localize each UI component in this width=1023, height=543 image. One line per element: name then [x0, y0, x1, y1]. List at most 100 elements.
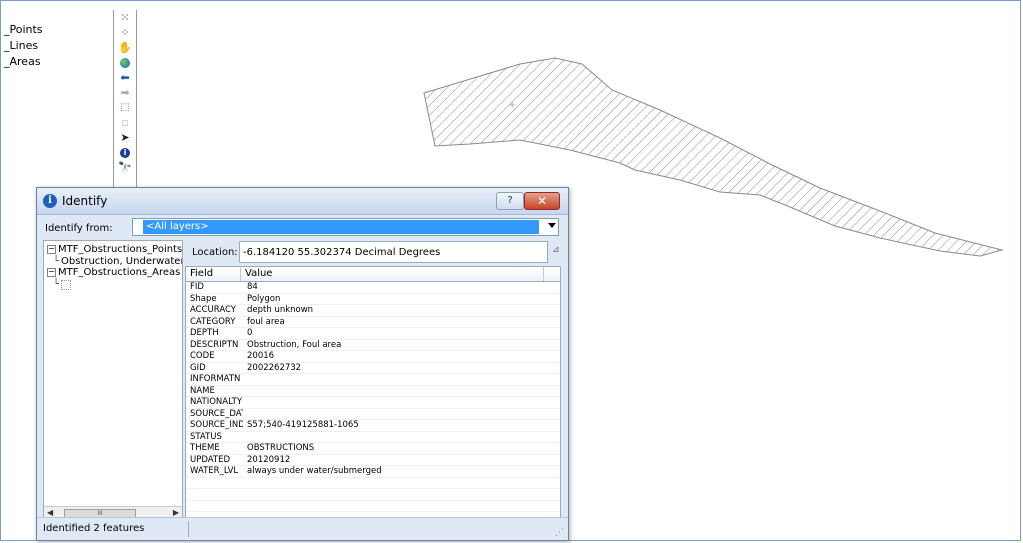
row-field: Shape	[190, 293, 217, 304]
row-value	[243, 409, 543, 420]
row-field: GID	[190, 362, 206, 373]
row-field: UPDATED	[190, 454, 231, 465]
dialog-titlebar[interactable]: i Identify ? ✕	[37, 188, 568, 215]
scroll-right-icon[interactable]: ▶	[173, 508, 179, 517]
table-row[interactable]: THEME OBSTRUCTIONS	[186, 443, 560, 455]
row-value: foul area	[247, 316, 285, 327]
chevron-down-icon[interactable]	[548, 223, 556, 228]
table-row[interactable]: SOURCE_IND S57;540-419125881-1065	[186, 420, 560, 432]
collapse-icon[interactable]: −	[47, 244, 56, 254]
row-field: DEPTH	[190, 328, 219, 338]
row-value: 84	[247, 282, 258, 292]
identify-from-value: <All layers>	[143, 220, 539, 234]
row-field: FID	[190, 282, 204, 292]
row-field: NATIONALTY	[190, 397, 243, 407]
row-field: SOURCE_IND	[190, 420, 243, 430]
table-row[interactable]: Shape Polygon	[186, 293, 560, 305]
location-menu-icon[interactable]: ⊿	[552, 245, 560, 255]
help-button[interactable]: ?	[496, 192, 524, 210]
clear-selection-icon[interactable]: ▫	[114, 115, 136, 130]
toc-item-points[interactable]: _Points	[4, 22, 109, 38]
scroll-left-icon[interactable]: ◀	[47, 508, 53, 517]
close-button[interactable]: ✕	[524, 192, 560, 210]
empty-table-row	[186, 501, 560, 512]
row-value	[243, 386, 543, 397]
tree-label: MTF_Obstructions_Points	[58, 244, 183, 255]
row-field: CODE	[190, 351, 215, 361]
tree-node-selected-feature[interactable]	[61, 280, 71, 290]
toc-item-lines[interactable]: _Lines	[4, 38, 109, 54]
column-header-value[interactable]: Value	[241, 267, 544, 281]
table-row[interactable]: DESCRIPTN Obstruction, Foul area	[186, 339, 560, 351]
table-header: Field Value	[186, 267, 560, 282]
empty-table-row	[186, 489, 560, 501]
table-row[interactable]: NAME	[186, 385, 560, 397]
row-value: Polygon	[247, 293, 281, 304]
table-row[interactable]: ACCURACY depth unknown	[186, 305, 560, 317]
collapse-icon[interactable]: −	[47, 267, 56, 277]
info-icon: i	[43, 194, 57, 208]
dialog-title: Identify	[62, 194, 108, 208]
back-arrow-icon[interactable]: ⬅	[114, 70, 136, 85]
attribute-table: Field Value FID 84 Shape Polygon ACCURACY dep…	[185, 266, 561, 518]
row-value: depth unknown	[247, 305, 314, 315]
table-row[interactable]: FID 84	[186, 282, 560, 294]
zoom-in-fixed-icon[interactable]: ⁙	[114, 10, 136, 25]
row-field: INFORMATN	[190, 374, 241, 384]
table-row[interactable]: CODE 20016	[186, 351, 560, 363]
identify-icon[interactable]: i	[114, 145, 136, 160]
table-row[interactable]: UPDATED 20120912	[186, 454, 560, 466]
select-features-icon[interactable]: ⬚	[114, 100, 136, 115]
resize-grip-icon[interactable]: ⋰	[555, 528, 564, 538]
row-value	[243, 397, 543, 408]
location-value: -6.184120 55.302374 Decimal Degrees	[239, 241, 548, 263]
tree-node-areas-layer[interactable]: − MTF_Obstructions_Areas	[47, 267, 180, 278]
select-elements-icon[interactable]: ➤	[114, 130, 136, 145]
full-extent-globe-icon[interactable]	[114, 55, 136, 70]
status-bar: Identified 2 features ⋰	[37, 517, 568, 540]
row-field: NAME	[190, 385, 215, 396]
row-value: always under water/submerged	[247, 466, 382, 476]
tools-toolbar: ⁙ ⁘ ✋ ⬅ ➡ ⬚ ▫ ➤ i 🔭	[113, 10, 137, 200]
row-field: ACCURACY	[190, 305, 236, 315]
row-value	[243, 374, 543, 385]
table-row[interactable]: SOURCE_DAT	[186, 408, 560, 420]
tree-node-points-layer[interactable]: − MTF_Obstructions_Points	[47, 244, 182, 255]
tree-line: └	[53, 279, 60, 290]
row-value: 2002262732	[247, 362, 302, 373]
tree-label: MTF_Obstructions_Areas	[58, 267, 181, 278]
zoom-out-fixed-icon[interactable]: ⁘	[114, 25, 136, 40]
location-label: Location:	[192, 247, 238, 258]
row-field: THEME	[190, 443, 220, 453]
toc-item-areas[interactable]: _Areas	[4, 54, 109, 70]
tree-node-feature[interactable]: Obstruction, Underwater	[61, 256, 182, 267]
forward-arrow-icon[interactable]: ➡	[114, 85, 136, 100]
row-field: DESCRIPTN	[190, 339, 239, 350]
row-value: 20120912	[247, 454, 291, 465]
results-tree: − MTF_Obstructions_Points └ Obstruction, …	[43, 240, 183, 520]
row-field: CATEGORY	[190, 316, 236, 327]
status-text: Identified 2 features	[43, 523, 145, 534]
table-of-contents: _Points _Lines _Areas	[4, 22, 109, 70]
identify-from-label: Identify from:	[45, 223, 113, 234]
find-binoculars-icon[interactable]: 🔭	[114, 160, 136, 175]
identify-from-dropdown[interactable]: <All layers>	[132, 218, 559, 236]
table-row[interactable]: CATEGORY foul area	[186, 316, 560, 328]
row-field: WATER_LVL	[190, 466, 239, 476]
row-value: Obstruction, Foul area	[247, 339, 342, 350]
table-body: FID 84 Shape Polygon ACCURACY depth unknown CA…	[186, 282, 560, 517]
column-header-field[interactable]: Field	[186, 267, 241, 281]
table-row[interactable]: INFORMATN	[186, 374, 560, 386]
table-row[interactable]: WATER_LVL always under water/submerged	[186, 466, 560, 478]
table-row[interactable]: DEPTH 0	[186, 328, 560, 340]
row-field: SOURCE_DAT	[190, 408, 243, 419]
tree-line: └	[53, 256, 60, 267]
row-field: STATUS	[190, 431, 222, 442]
table-row[interactable]: GID 2002262732	[186, 362, 560, 374]
pan-hand-icon[interactable]: ✋	[114, 40, 136, 55]
row-value: S57;540-419125881-1065	[247, 420, 359, 430]
identify-dialog: i Identify ? ✕ Identify from: <All layer…	[36, 187, 569, 541]
row-value: 20016	[247, 351, 275, 361]
table-row[interactable]: NATIONALTY	[186, 397, 560, 409]
table-row[interactable]: STATUS	[186, 431, 560, 443]
